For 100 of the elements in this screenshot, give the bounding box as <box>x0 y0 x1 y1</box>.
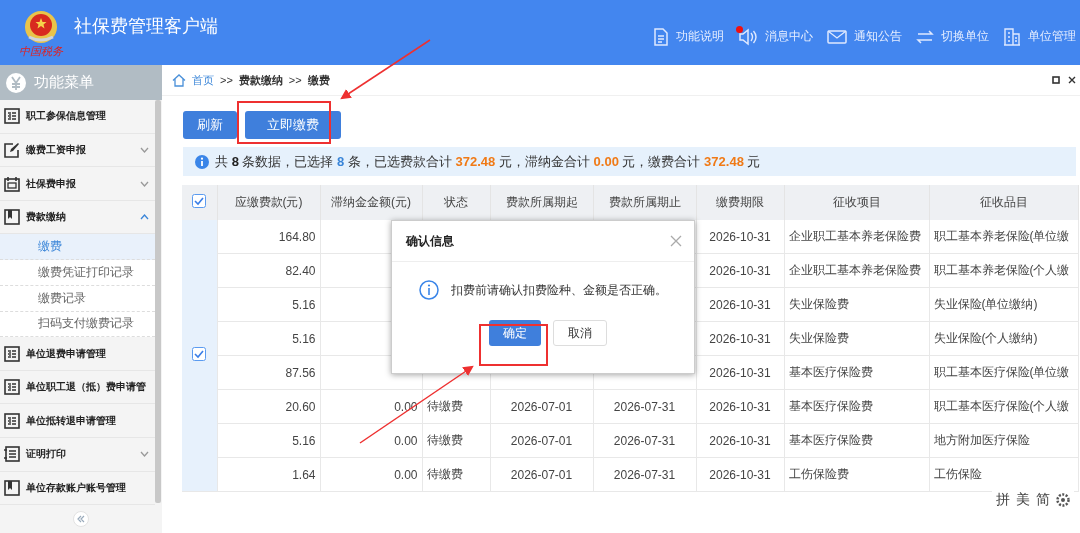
table-cell: 失业保险费 <box>784 287 929 322</box>
submenu-item[interactable]: 扫码支付缴费记录 <box>0 311 155 338</box>
table-cell: 2026-07-01 <box>490 389 593 424</box>
table-cell: 职工基本养老保险(单位缴 <box>929 220 1078 254</box>
table-cell: 0.00 <box>320 423 422 458</box>
table-cell: 企业职工基本养老保险费 <box>784 220 929 254</box>
menu-item[interactable]: 证明打印 <box>0 438 155 472</box>
grid-icon <box>4 345 20 362</box>
home-icon <box>172 73 186 87</box>
menu-item[interactable]: 社保费申报 <box>0 167 155 201</box>
info-icon <box>195 154 209 169</box>
menu-item[interactable]: 职工参保信息管理 <box>0 100 155 134</box>
table-cell: 2026-07-01 <box>490 423 593 458</box>
table-cell: 基本医疗保险费 <box>784 423 929 458</box>
table-cell: 失业保险(个人缴纳) <box>929 321 1078 356</box>
breadcrumb-separator: >> <box>288 74 302 86</box>
table-cell: 基本医疗保险费 <box>784 355 929 390</box>
column-header: 征收品目 <box>929 185 1078 220</box>
grid-icon <box>4 379 20 396</box>
breadcrumb-separator: >> <box>220 74 233 86</box>
menu-item[interactable]: 单位退费申请管理 <box>0 337 155 371</box>
table-cell: 2026-07-01 <box>490 457 593 492</box>
column-header: 滞纳金金额(元) <box>320 185 422 220</box>
checkbox[interactable] <box>192 347 207 361</box>
logo-caption: 中国税务 <box>19 44 63 57</box>
submenu-item[interactable]: 缴费记录 <box>0 285 155 312</box>
table-cell: 5.16 <box>217 321 320 356</box>
column-header: 费款所属期起 <box>490 185 593 220</box>
toolbar-button[interactable]: 刷新 <box>183 111 237 139</box>
column-header: 费款所属期止 <box>593 185 696 220</box>
table-cell: 0.00 <box>320 457 422 492</box>
app-title: 社保费管理客户端 <box>74 14 219 38</box>
table-cell: 5.16 <box>217 423 320 458</box>
table-cell: 待缴费 <box>422 389 490 424</box>
table-cell: 职工基本医疗保险(个人缴 <box>929 389 1078 424</box>
calendar-icon <box>4 175 20 192</box>
book-icon <box>4 480 20 496</box>
mail-icon <box>827 28 847 45</box>
table-cell: 待缴费 <box>422 457 490 492</box>
yen-icon <box>6 72 26 93</box>
input-method-label[interactable]: 拼 <box>996 491 1010 509</box>
column-header: 状态 <box>422 185 490 220</box>
menu-title: 功能菜单 <box>34 73 94 92</box>
table-cell: 工伤保险费 <box>784 457 929 492</box>
checkbox[interactable] <box>192 194 207 208</box>
column-header: 应缴费款(元) <box>217 185 320 220</box>
book-icon <box>4 209 20 226</box>
table-cell: 5.16 <box>217 287 320 322</box>
input-method-label[interactable]: 简 <box>1036 491 1050 509</box>
gear-icon[interactable] <box>1056 493 1070 507</box>
grid-icon <box>4 108 20 125</box>
table-cell: 82.40 <box>217 253 320 288</box>
submenu-item[interactable]: 缴费 <box>0 234 155 261</box>
grid-icon <box>4 412 20 429</box>
table-cell: 基本医疗保险费 <box>784 389 929 424</box>
table-cell: 企业职工基本养老保险费 <box>784 253 929 288</box>
emblem-icon <box>23 8 59 45</box>
building-icon <box>1003 27 1021 46</box>
menu-item[interactable]: 单位抵转退申请管理 <box>0 404 155 439</box>
table-cell: 2026-10-31 <box>696 220 784 254</box>
table-cell: 2026-07-31 <box>593 423 696 458</box>
table-cell: 164.80 <box>217 220 320 254</box>
info-icon <box>419 280 439 300</box>
table-cell: 2026-10-31 <box>696 423 784 458</box>
table-cell: 2026-07-31 <box>593 457 696 492</box>
menu-item[interactable]: 单位职工退（抵）费申请管 <box>0 370 155 405</box>
table-cell: 2026-07-31 <box>593 389 696 424</box>
menu-item[interactable]: 单位存款账户账号管理 <box>0 471 155 506</box>
column-header: 征收项目 <box>784 185 929 220</box>
maximize-icon[interactable] <box>1052 76 1060 84</box>
table-cell: 2026-10-31 <box>696 389 784 424</box>
table-cell: 2026-10-31 <box>696 355 784 390</box>
breadcrumb-item: 缴费 <box>307 72 330 88</box>
dialog-message: 扣费前请确认扣费险种、金额是否正确。 <box>451 281 667 299</box>
list-icon <box>4 446 20 463</box>
table-cell: 2026-10-31 <box>696 287 784 322</box>
table-cell: 失业保险(单位缴纳) <box>929 287 1078 322</box>
dialog-title: 确认信息 <box>406 232 455 250</box>
table-cell: 20.60 <box>217 389 320 424</box>
confirm-button[interactable]: 确定 <box>489 320 541 346</box>
document-icon <box>653 27 669 46</box>
breadcrumb-item[interactable]: 费款缴纳 <box>238 72 283 88</box>
speaker-icon <box>738 27 758 46</box>
table-cell: 87.56 <box>217 355 320 390</box>
table-cell: 失业保险费 <box>784 321 929 356</box>
cancel-button[interactable]: 取消 <box>553 320 607 346</box>
table-cell: 2026-10-31 <box>696 321 784 356</box>
close-icon[interactable] <box>1068 76 1076 84</box>
submenu-item[interactable]: 缴费凭证打印记录 <box>0 260 155 286</box>
toolbar-button[interactable]: 立即缴费 <box>245 111 341 139</box>
highlight-box <box>479 324 548 366</box>
table-cell: 地方附加医疗保险 <box>929 423 1078 458</box>
table-cell: 待缴费 <box>422 423 490 458</box>
summary-text: 共 8 条数据，已选择 8 条，已选费款合计 372.48 元，滞纳金合计 0.00 元，缴费合计 372.48 元 <box>215 152 761 171</box>
table-cell: 2026-10-31 <box>696 253 784 288</box>
column-header: 缴费期限 <box>696 185 784 220</box>
breadcrumb-link[interactable]: 首页 <box>192 72 214 88</box>
input-method-label[interactable]: 美 <box>1016 491 1030 509</box>
table-cell: 职工基本养老保险(个人缴 <box>929 253 1078 288</box>
collapse-icon[interactable] <box>73 511 89 528</box>
